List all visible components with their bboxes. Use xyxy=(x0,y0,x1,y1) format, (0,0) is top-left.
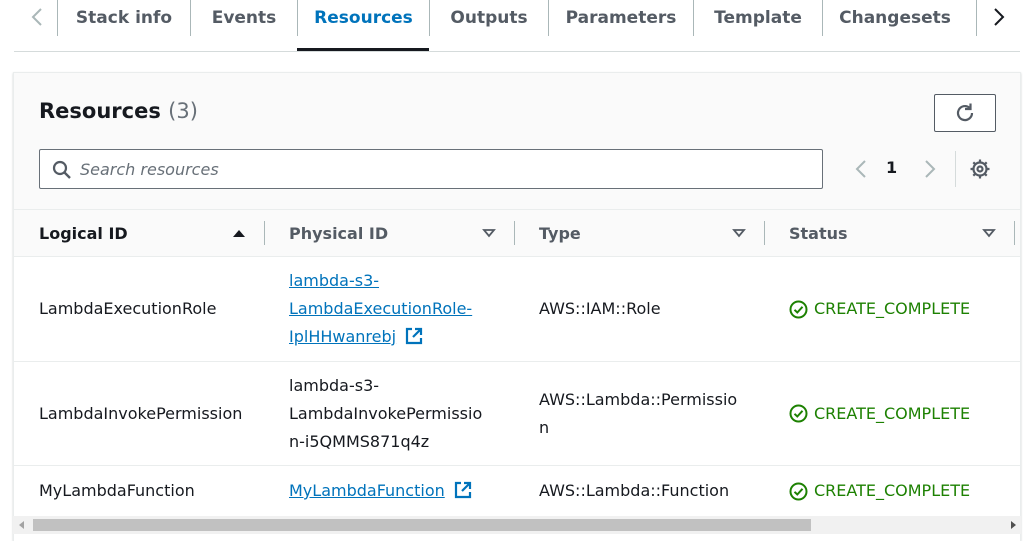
caret-down-outline-icon xyxy=(482,229,496,238)
gear-icon xyxy=(970,159,990,179)
chevron-left-icon xyxy=(31,8,42,26)
preferences-button[interactable] xyxy=(968,157,992,181)
search-input[interactable] xyxy=(80,156,800,182)
current-page-number[interactable]: 1 xyxy=(886,158,897,177)
tab-divider xyxy=(976,0,977,36)
resource-type: AWS::Lambda::Function xyxy=(539,481,730,500)
physical-id-cell: lambda-s3- LambdaInvokePermissio n-i5QMM… xyxy=(289,362,514,465)
scroll-left-button[interactable] xyxy=(13,516,30,534)
sort-button[interactable] xyxy=(730,224,748,242)
panel-header: Resources (3) 1 xyxy=(14,73,1020,209)
search-icon xyxy=(52,160,71,179)
table-header: Logical ID Physical ID Type Status xyxy=(14,209,1020,257)
sort-button[interactable] xyxy=(480,224,498,242)
physical-id-cell: lambda-s3- LambdaExecutionRole- IplHHwan… xyxy=(289,257,514,361)
refresh-icon xyxy=(956,103,974,122)
external-link-icon[interactable] xyxy=(405,327,423,345)
panel-title: Resources (3) xyxy=(39,99,198,123)
chevron-right-icon xyxy=(994,8,1005,26)
type-cell: AWS::Lambda::Permission xyxy=(539,362,739,465)
panel-title-text: Resources xyxy=(39,99,161,123)
column-divider xyxy=(264,221,265,245)
type-cell: AWS::IAM::Role xyxy=(539,257,764,361)
resource-type: AWS::IAM::Role xyxy=(539,299,661,318)
check-circle-icon xyxy=(789,482,808,500)
logical-id: LambdaExecutionRole xyxy=(39,299,217,318)
triangle-left-icon xyxy=(18,521,24,529)
caret-down-outline-icon xyxy=(982,229,996,238)
triangle-right-icon xyxy=(1010,521,1016,529)
physical-id-link[interactable]: lambda-s3- xyxy=(289,271,379,290)
check-circle-icon xyxy=(789,404,808,423)
table-row: MyLambdaFunction MyLambdaFunction AWS::L… xyxy=(14,466,1020,516)
physical-id-line: LambdaInvokePermissio xyxy=(289,403,483,423)
physical-id-link[interactable]: IplHHwanrebj xyxy=(289,327,396,346)
horizontal-scrollbar[interactable] xyxy=(13,516,1021,534)
status-indicator: CREATE_COMPLETE xyxy=(789,477,970,505)
scroll-right-button[interactable] xyxy=(1004,516,1021,534)
logical-id: MyLambdaFunction xyxy=(39,481,195,500)
next-page-button[interactable] xyxy=(919,157,941,181)
pagination-divider xyxy=(955,151,956,187)
sort-ascending-button[interactable] xyxy=(230,224,248,242)
column-divider xyxy=(1014,221,1015,245)
chevron-left-icon xyxy=(855,160,866,178)
resource-type: AWS::Lambda::Permission xyxy=(539,389,738,437)
table-row: LambdaInvokePermission lambda-s3- Lambda… xyxy=(14,362,1020,466)
resources-panel: Resources (3) 1 xyxy=(13,72,1021,541)
tab-resources[interactable]: Resources xyxy=(298,0,429,36)
check-circle-icon xyxy=(789,300,808,318)
status-indicator: CREATE_COMPLETE xyxy=(789,400,970,428)
tabs-scroll-left-button[interactable] xyxy=(22,4,52,30)
refresh-button[interactable] xyxy=(934,94,996,132)
column-header-status[interactable]: Status xyxy=(789,210,848,256)
chevron-right-icon xyxy=(925,160,936,178)
sort-button[interactable] xyxy=(980,224,998,242)
tabs-scroll-right-button[interactable] xyxy=(984,4,1014,30)
external-link-icon[interactable] xyxy=(454,481,472,499)
column-header-logical-id[interactable]: Logical ID xyxy=(39,210,128,256)
logical-id: LambdaInvokePermission xyxy=(39,403,243,423)
status-text: CREATE_COMPLETE xyxy=(814,481,971,500)
status-text: CREATE_COMPLETE xyxy=(814,299,971,318)
tab-bar-border xyxy=(14,51,1020,52)
tab-stack-info[interactable]: Stack info xyxy=(58,0,190,36)
table-row: LambdaExecutionRole lambda-s3- LambdaExe… xyxy=(14,257,1020,362)
physical-id-cell: MyLambdaFunction xyxy=(289,466,514,516)
resource-count: (3) xyxy=(168,99,198,123)
physical-id-line: n-i5QMMS871q4z xyxy=(289,431,430,451)
tab-parameters[interactable]: Parameters xyxy=(549,0,693,36)
physical-id-link[interactable]: LambdaExecutionRole- xyxy=(289,299,472,318)
search-field[interactable] xyxy=(39,149,823,189)
caret-down-outline-icon xyxy=(732,229,746,238)
column-divider xyxy=(764,221,765,245)
physical-id-line: lambda-s3- xyxy=(289,375,380,395)
logical-id-cell: LambdaExecutionRole xyxy=(39,257,264,361)
column-divider xyxy=(514,221,515,245)
status-text: CREATE_COMPLETE xyxy=(814,403,971,423)
status-cell: CREATE_COMPLETE xyxy=(789,257,1014,361)
caret-up-icon xyxy=(233,230,245,237)
logical-id-cell: MyLambdaFunction xyxy=(39,466,264,516)
status-indicator: CREATE_COMPLETE xyxy=(789,295,970,323)
previous-page-button[interactable] xyxy=(850,157,872,181)
type-cell: AWS::Lambda::Function xyxy=(539,466,764,516)
column-header-type[interactable]: Type xyxy=(539,210,581,256)
physical-id-link[interactable]: MyLambdaFunction xyxy=(289,481,445,500)
logical-id-cell: LambdaInvokePermission xyxy=(39,362,244,465)
tab-template[interactable]: Template xyxy=(694,0,822,36)
tab-changesets[interactable]: Changesets xyxy=(823,0,967,36)
tab-outputs[interactable]: Outputs xyxy=(430,0,548,36)
scrollbar-thumb[interactable] xyxy=(33,519,811,531)
tab-bar: Stack info Events Resources Outputs Para… xyxy=(0,0,1036,52)
tab-events[interactable]: Events xyxy=(191,0,297,36)
column-header-physical-id[interactable]: Physical ID xyxy=(289,210,388,256)
status-cell: CREATE_COMPLETE xyxy=(789,362,1014,465)
status-cell: CREATE_COMPLETE xyxy=(789,466,1014,516)
